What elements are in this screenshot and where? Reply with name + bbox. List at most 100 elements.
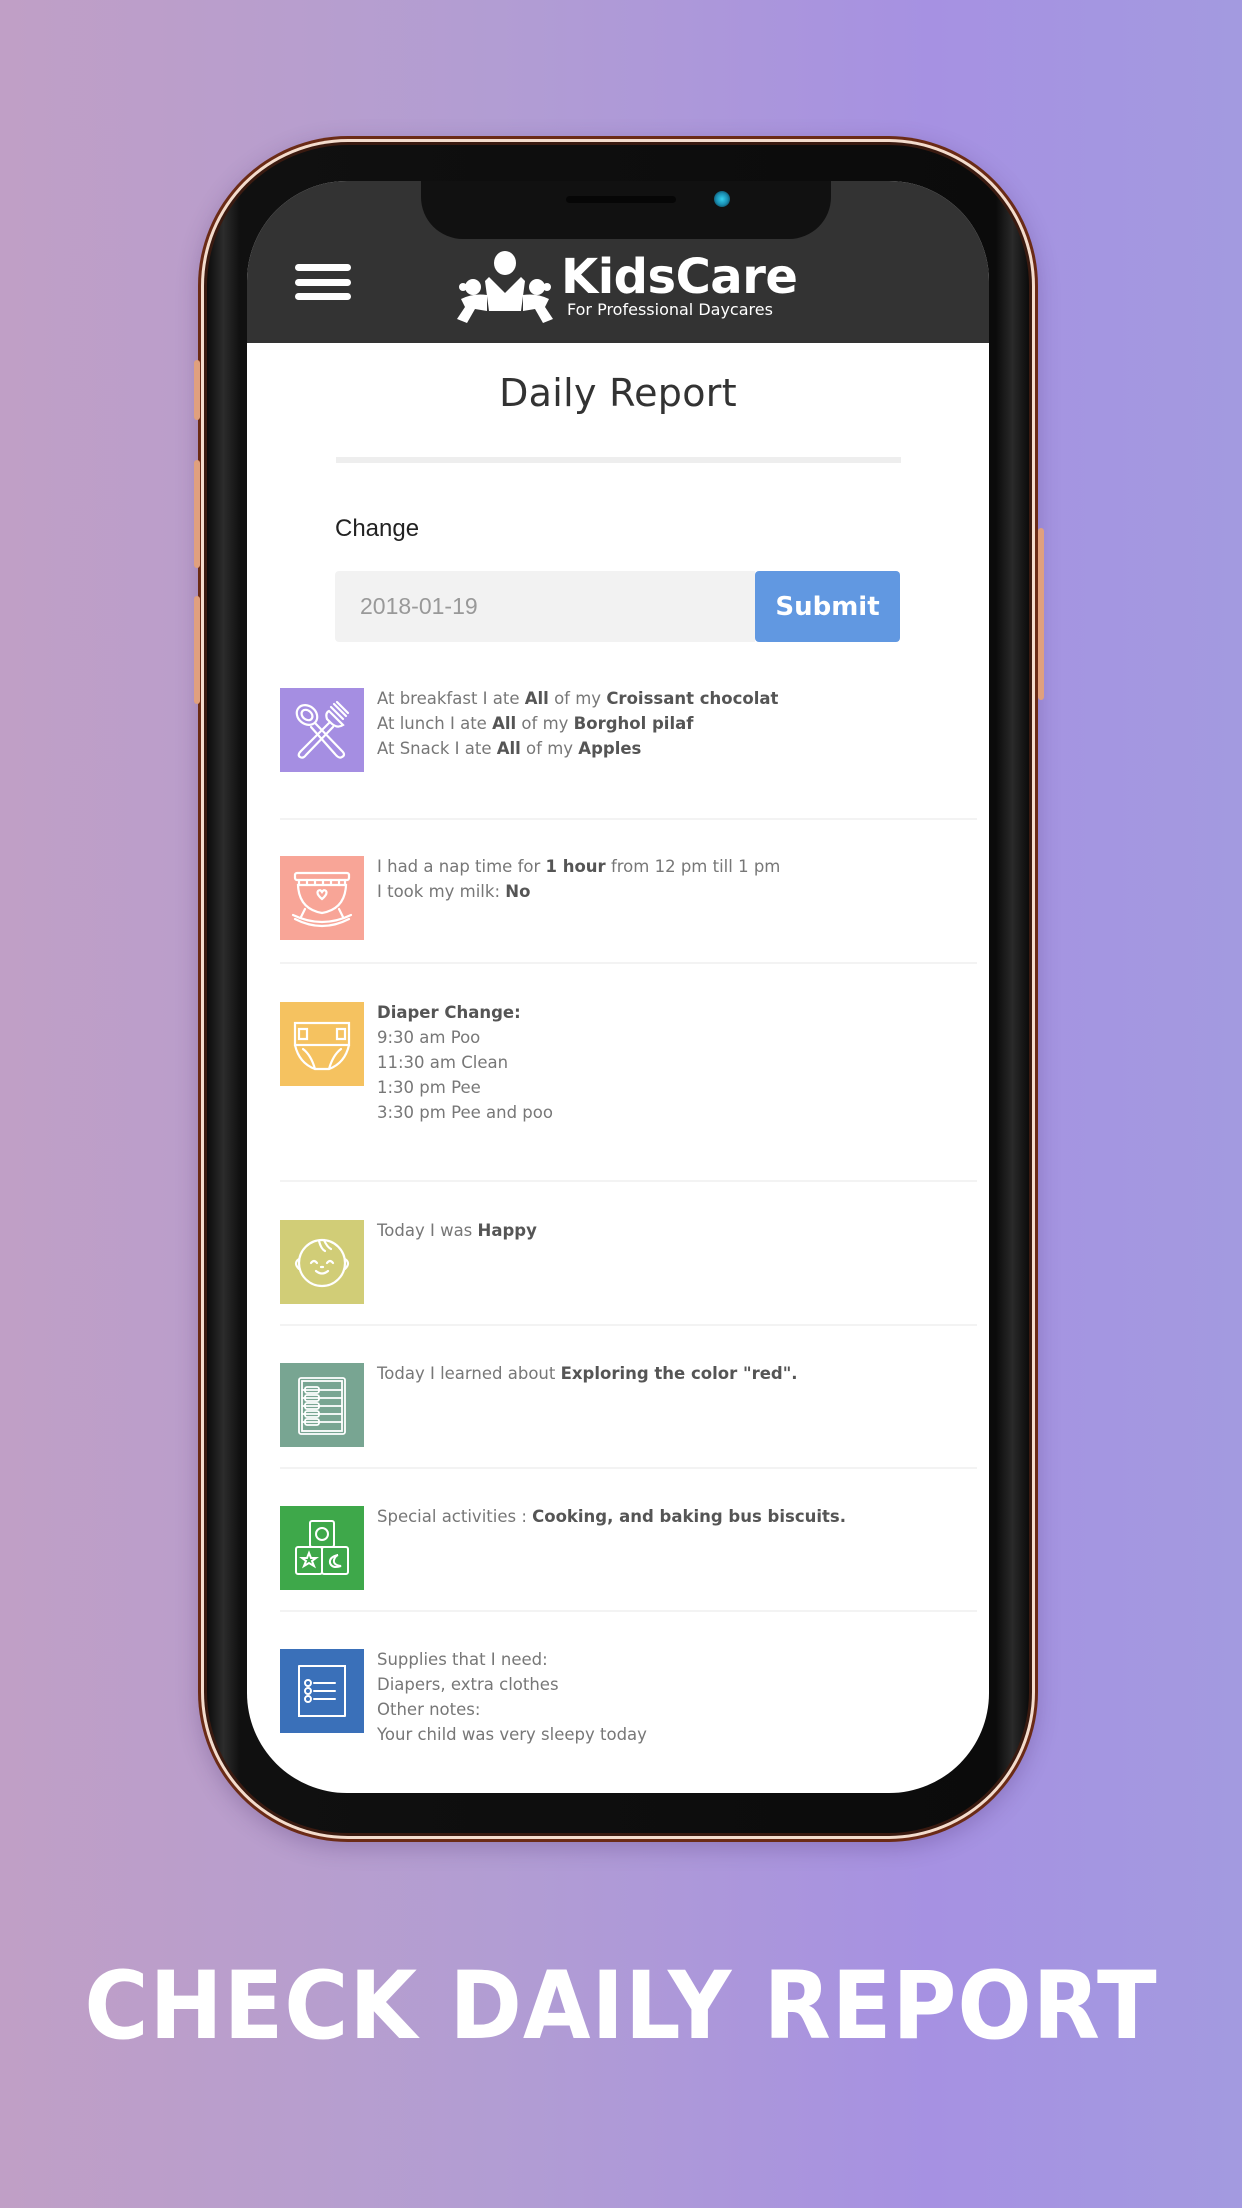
mood-icon-box (280, 1220, 364, 1304)
report-entry-meals: At breakfast I ate All of my Croissant c… (280, 688, 977, 820)
entry-value: Cooking, and baking bus biscuits. (532, 1507, 847, 1526)
menu-bar (295, 264, 351, 271)
entry-value: Croissant chocolat (606, 689, 779, 708)
entry-line: Diapers, extra clothes (377, 1672, 647, 1697)
report-entry-diaper: Diaper Change: 9:30 am Poo 11:30 am Clean 1… (280, 964, 977, 1182)
entry-value: Apples (578, 739, 642, 758)
utensils-icon (295, 700, 350, 759)
entry-text: from 12 pm till 1 pm (605, 857, 781, 876)
meals-text: At breakfast I ate All of my Croissant c… (377, 686, 778, 818)
phone-notch (421, 181, 831, 239)
entry-value: All (496, 739, 521, 758)
entry-text: of my (520, 739, 579, 758)
entry-value: Diaper Change: (377, 1003, 521, 1022)
promo-banner-text: CHECK DAILY REPORT (84, 1952, 1158, 2061)
report-entry-nap: I had a nap time for 1 hour from 12 pm t… (280, 820, 977, 964)
entry-text: Today I was (377, 1221, 478, 1240)
abacus-icon (298, 1377, 346, 1435)
entry-line: At lunch I ate All of my Borghol pilaf (377, 711, 778, 736)
entry-text: of my (516, 714, 574, 733)
logo-text: KidsCare For Professional Daycares (561, 249, 798, 319)
front-camera-icon (714, 191, 730, 207)
menu-bar (295, 293, 351, 300)
entry-value: No (505, 882, 531, 901)
entry-line: 11:30 am Clean (377, 1050, 553, 1075)
entry-value: Happy (477, 1221, 537, 1240)
entry-text: Special activities : (377, 1507, 533, 1526)
entry-text: Other notes: (377, 1700, 481, 1719)
diaper-text: Diaper Change: 9:30 am Poo 11:30 am Clean 1… (377, 1000, 553, 1180)
cradle-icon (291, 871, 353, 928)
phone-body: KidsCare For Professional Daycares Daily… (207, 145, 1029, 1833)
change-date-form: Submit (335, 571, 900, 642)
app-tagline: For Professional Daycares (567, 300, 773, 319)
entry-value: Exploring the color "red". (560, 1364, 798, 1383)
entry-text: At breakfast I ate (377, 689, 525, 708)
meals-icon-box (280, 688, 364, 772)
nap-text: I had a nap time for 1 hour from 12 pm t… (377, 854, 780, 962)
entry-text: Supplies that I need: (377, 1650, 548, 1669)
supplies-icon-box (280, 1649, 364, 1733)
entry-value: All (492, 714, 517, 733)
speaker-grille (566, 196, 676, 203)
report-entry-activities: Special activities : Cooking, and baking… (280, 1469, 977, 1612)
app-name: KidsCare (561, 249, 798, 305)
power-button (1038, 528, 1044, 700)
phone-screen: KidsCare For Professional Daycares Daily… (247, 181, 989, 1793)
entry-line: I took my milk: No (377, 879, 780, 904)
entry-text: I had a nap time for (377, 857, 546, 876)
entry-line: Other notes: (377, 1697, 647, 1722)
entry-line: 9:30 am Poo (377, 1025, 553, 1050)
report-entries: At breakfast I ate All of my Croissant c… (247, 688, 989, 1755)
hamburger-menu-icon[interactable] (295, 264, 351, 300)
entry-line: Diaper Change: (377, 1000, 553, 1025)
diaper-icon (293, 1021, 351, 1071)
app-logo[interactable]: KidsCare For Professional Daycares (453, 249, 798, 327)
learning-icon-box (280, 1363, 364, 1447)
title-divider (335, 457, 901, 463)
entry-text: At lunch I ate (377, 714, 493, 733)
entry-text: 3:30 pm Pee and poo (377, 1103, 553, 1122)
entry-text: Today I learned about (377, 1364, 561, 1383)
menu-bar (295, 278, 351, 286)
nap-icon-box (280, 856, 364, 940)
entry-line: At breakfast I ate All of my Croissant c… (377, 686, 778, 711)
activities-text: Special activities : Cooking, and baking… (377, 1504, 846, 1610)
entry-line: Today I was Happy (377, 1218, 537, 1243)
mood-text: Today I was Happy (377, 1218, 537, 1324)
entry-text: Diapers, extra clothes (377, 1675, 559, 1694)
volume-up-button (194, 460, 200, 568)
date-input[interactable] (335, 571, 755, 642)
phone-frame: KidsCare For Professional Daycares Daily… (198, 136, 1038, 1842)
phone-bezel-outer: KidsCare For Professional Daycares Daily… (201, 139, 1035, 1839)
mute-switch (194, 360, 200, 420)
diaper-icon-box (280, 1002, 364, 1086)
supplies-text: Supplies that I need: Diapers, extra clot… (377, 1647, 647, 1755)
entry-line: 1:30 pm Pee (377, 1075, 553, 1100)
checklist-icon (298, 1665, 346, 1717)
entry-line: I had a nap time for 1 hour from 12 pm t… (377, 854, 780, 879)
toy-blocks-icon (295, 1520, 349, 1575)
entry-line: At Snack I ate All of my Apples (377, 736, 778, 761)
submit-button[interactable]: Submit (755, 571, 900, 642)
entry-line: 3:30 pm Pee and poo (377, 1100, 553, 1125)
report-entry-mood: Today I was Happy (280, 1182, 977, 1326)
entry-line: Your child was very sleepy today (377, 1722, 647, 1747)
volume-down-button (194, 596, 200, 704)
entry-text: I took my milk: (377, 882, 506, 901)
baby-face-icon (294, 1238, 350, 1288)
change-date-label: Change (335, 515, 420, 542)
kids-group-logo-icon (457, 251, 553, 323)
entry-value: Borghol pilaf (573, 714, 694, 733)
daily-report-content: Daily Report Change Submit (247, 343, 989, 1755)
entry-value: All (524, 689, 549, 708)
phone-bezel-inner: KidsCare For Professional Daycares Daily… (204, 142, 1032, 1836)
entry-text: 9:30 am Poo (377, 1028, 481, 1047)
learning-text: Today I learned about Exploring the colo… (377, 1361, 798, 1467)
entry-text: At Snack I ate (377, 739, 497, 758)
entry-text: 1:30 pm Pee (377, 1078, 481, 1097)
entry-line: Supplies that I need: (377, 1647, 647, 1672)
entry-value: 1 hour (545, 857, 606, 876)
report-entry-learning: Today I learned about Exploring the colo… (280, 1326, 977, 1469)
entry-text: 11:30 am Clean (377, 1053, 509, 1072)
